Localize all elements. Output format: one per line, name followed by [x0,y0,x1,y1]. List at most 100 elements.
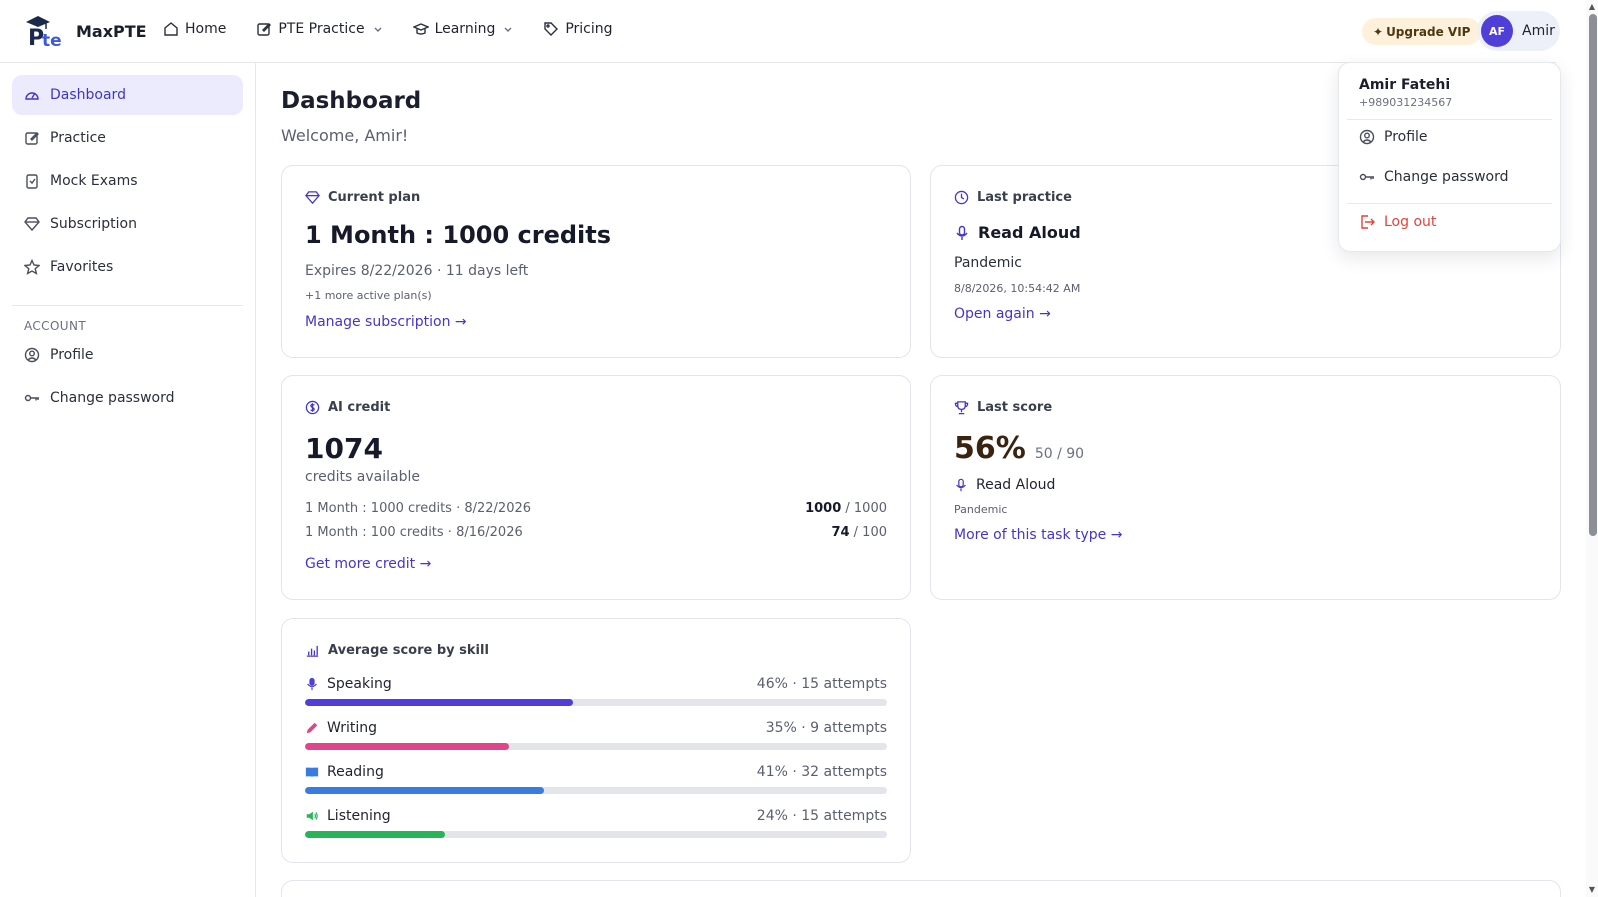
sidebar-item-practice[interactable]: Practice [12,118,243,158]
sidebar-item-label: Dashboard [50,87,126,103]
sidebar-item-favorites[interactable]: Favorites [12,247,243,287]
skill-stat: 46% · 15 attempts [756,676,887,692]
nav-pte-practice[interactable]: PTE Practice [256,21,382,37]
skill-stat: 41% · 32 attempts [756,764,887,780]
nav-learning[interactable]: Learning [412,21,514,37]
sidebar-item-change-password[interactable]: Change password [12,378,243,418]
nav-home[interactable]: Home [163,21,226,37]
sidebar-item-label: Change password [50,390,175,406]
scroll-up-arrow-icon[interactable]: ▲ [1587,2,1597,12]
sidebar-item-subscription[interactable]: Subscription [12,204,243,244]
sidebar-item-label: Subscription [50,216,137,232]
welcome-text: Welcome, Amir! [281,126,409,145]
home-icon [164,22,178,36]
coin-icon [305,400,320,415]
last-score-task: Read Aloud [954,477,1055,493]
microphone-icon [956,225,968,240]
brand[interactable]: P te MaxPTE [24,14,147,51]
sidebar-divider [12,305,243,306]
sidebar-item-mock-exams[interactable]: Mock Exams [12,161,243,201]
diamond-icon [24,217,40,232]
scrollbar-thumb[interactable] [1589,14,1597,536]
upgrade-vip-button[interactable]: ✦ Upgrade VIP [1362,18,1482,45]
key-icon [24,394,39,402]
card-header: Last practice [954,190,1072,205]
brand-name: MaxPTE [76,21,147,41]
logout-icon [1361,215,1375,229]
credit-caption: credits available [305,469,420,485]
sidebar-item-dashboard[interactable]: Dashboard [12,75,243,115]
sidebar-item-label: Profile [50,347,94,363]
star-icon [24,259,40,275]
plan-name: 1 Month : 1000 credits [305,221,612,249]
open-again-link[interactable]: Open again → [954,306,1051,322]
skill-name: Listening [305,808,391,824]
credit-used: 74 [831,525,850,540]
page-title: Dashboard [281,88,422,114]
skill-name: Speaking [305,676,392,692]
skill-progress-fill [305,787,544,794]
dropdown-logout-label: Log out [1384,214,1437,230]
dropdown-logout[interactable]: Log out [1359,214,1436,230]
upgrade-vip-label: Upgrade VIP [1386,24,1471,39]
dropdown-divider [1347,119,1552,120]
dropdown-change-password[interactable]: Change password [1359,169,1509,185]
last-practice-task: Read Aloud [954,223,1081,242]
skill-progress-fill [305,743,509,750]
dropdown-divider [1347,203,1552,204]
nav-pricing-label: Pricing [565,21,613,37]
user-circle-icon [1359,129,1375,145]
skill-progress-bar [305,787,887,794]
skill-progress-fill [305,831,445,838]
credit-row-label: 1 Month : 100 credits · 8/16/2026 [305,525,523,540]
credit-used: 1000 [805,501,842,516]
skill-stat: 35% · 9 attempts [765,720,887,736]
chevron-down-icon [374,27,382,32]
dropdown-profile[interactable]: Profile [1359,129,1428,145]
plan-expiry: Expires 8/22/2026 · 11 days left [305,263,529,279]
skill-row-writing: Writing 35% · 9 attempts [305,720,887,754]
scroll-down-arrow-icon[interactable]: ▼ [1587,885,1597,895]
clipboard-icon [26,174,38,189]
dropdown-change-password-label: Change password [1384,169,1509,185]
skill-progress-fill [305,699,573,706]
sidebar-item-profile[interactable]: Profile [12,335,243,375]
get-more-credit-link[interactable]: Get more credit → [305,556,431,572]
gauge-icon [25,92,39,100]
skill-label: Listening [327,808,391,824]
skill-progress-bar [305,831,887,838]
bar-chart-icon [306,645,319,657]
nav-pricing[interactable]: Pricing [543,21,613,37]
credit-row-value: 1000 / 1000 [805,501,887,516]
skill-label: Reading [327,764,384,780]
more-task-type-link[interactable]: More of this task type → [954,527,1122,543]
book-icon [305,767,319,778]
dropdown-user-name: Amir Fatehi [1359,77,1451,93]
manage-subscription-link[interactable]: Manage subscription → [305,314,467,330]
trophy-icon [954,401,969,415]
average-score-heading: Average score by skill [328,643,489,658]
skill-name: Writing [305,720,377,736]
key-icon [1359,173,1374,181]
card-header: AI credit [305,400,390,415]
last-score-task-name: Read Aloud [976,477,1056,493]
skill-progress-bar [305,743,887,750]
edit-icon [25,132,39,145]
last-practice-topic: Pandemic [954,255,1022,271]
score-raw: 50 / 90 [1034,446,1085,462]
current-plan-heading: Current plan [328,190,421,205]
last-practice-task-name: Read Aloud [978,223,1081,242]
skill-row-reading: Reading 41% · 32 attempts [305,764,887,798]
credit-total: / 1000 [841,501,887,516]
dropdown-user-phone: +989031234567 [1359,96,1453,109]
nav-home-label: Home [185,21,227,37]
credit-row: 1 Month : 1000 credits · 8/22/2026 1000 … [305,501,887,516]
skill-name: Reading [305,764,384,780]
nav-learning-label: Learning [434,21,496,37]
chevron-down-icon [504,27,512,32]
ai-credit-card: AI credit 1074 credits available 1 Month… [281,375,911,600]
diamond-icon [305,191,320,205]
current-plan-card: Current plan 1 Month : 1000 credits Expi… [281,165,911,358]
user-menu-button[interactable]: AF Amir [1477,11,1560,51]
user-circle-icon [24,347,40,363]
